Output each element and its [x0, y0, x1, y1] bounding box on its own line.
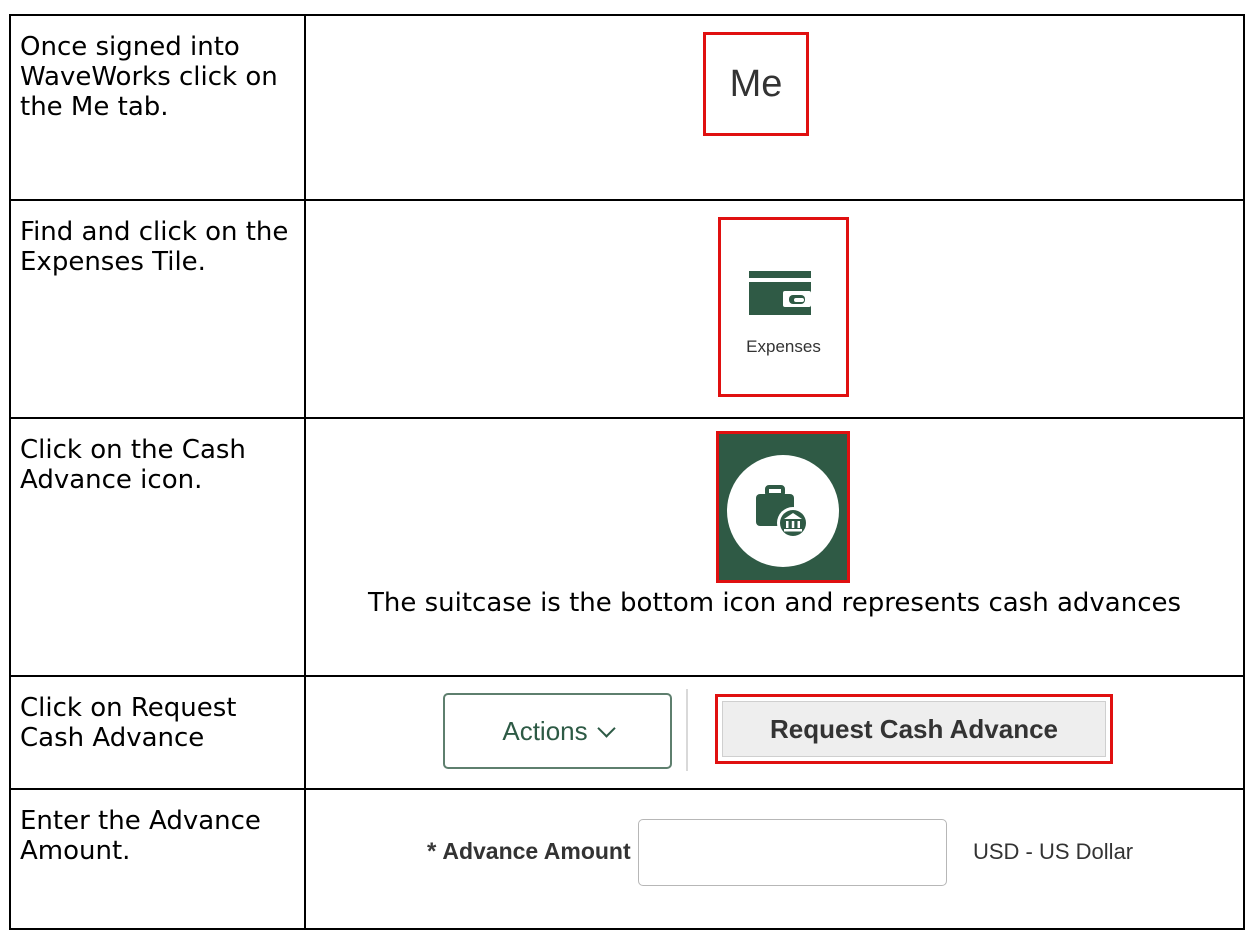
cash-advance-icon-button[interactable] [716, 431, 850, 583]
step-instruction: Find and click on the Expenses Tile. [9, 199, 306, 419]
me-tab-label: Me [729, 62, 783, 105]
step-screenshot: Expenses [304, 199, 1245, 419]
step-instruction: Once signed into WaveWorks click on the … [9, 14, 306, 201]
step-instruction: Click on the Cash Advance icon. [9, 417, 306, 677]
wallet-icon [749, 271, 817, 319]
step-screenshot: Actions Request Cash Advance [304, 675, 1245, 790]
me-tab-highlight[interactable]: Me [703, 32, 809, 136]
actions-label: Actions [502, 715, 588, 746]
step-screenshot: The suitcase is the bottom icon and repr… [304, 417, 1245, 677]
cash-advance-caption: The suitcase is the bottom icon and repr… [367, 588, 1182, 618]
step-row-amount: Enter the Advance Amount. * Advance Amoun… [9, 788, 1245, 930]
required-asterisk: * [427, 838, 437, 865]
request-cash-advance-button[interactable]: Request Cash Advance [722, 701, 1106, 757]
advance-amount-label-text: Advance Amount [442, 838, 631, 864]
cash-advance-circle [727, 455, 839, 567]
step-instruction: Enter the Advance Amount. [9, 788, 306, 930]
actions-button[interactable]: Actions [443, 693, 672, 769]
advance-amount-input[interactable] [638, 819, 947, 886]
suitcase-bank-icon [753, 481, 813, 545]
step-row-expenses: Find and click on the Expenses Tile. Exp… [9, 199, 1245, 419]
step-row-me-tab: Once signed into WaveWorks click on the … [9, 14, 1245, 201]
step-instruction: Click on Request Cash Advance [9, 675, 306, 790]
currency-label: USD - US Dollar [973, 839, 1134, 864]
toolbar-divider [686, 689, 688, 771]
request-cash-advance-highlight: Request Cash Advance [715, 694, 1113, 764]
step-row-request: Click on Request Cash Advance Actions Re… [9, 675, 1245, 790]
chevron-down-icon [596, 718, 616, 738]
step-screenshot: Me [304, 14, 1245, 201]
expenses-tile[interactable]: Expenses [718, 217, 849, 397]
advance-amount-label: * Advance Amount [427, 838, 631, 866]
instructions-table: Once signed into WaveWorks click on the … [9, 14, 1245, 930]
step-row-cash-advance: Click on the Cash Advance icon. The suit… [9, 417, 1245, 677]
expenses-tile-label: Expenses [746, 337, 821, 356]
step-screenshot: * Advance Amount USD - US Dollar [304, 788, 1245, 930]
